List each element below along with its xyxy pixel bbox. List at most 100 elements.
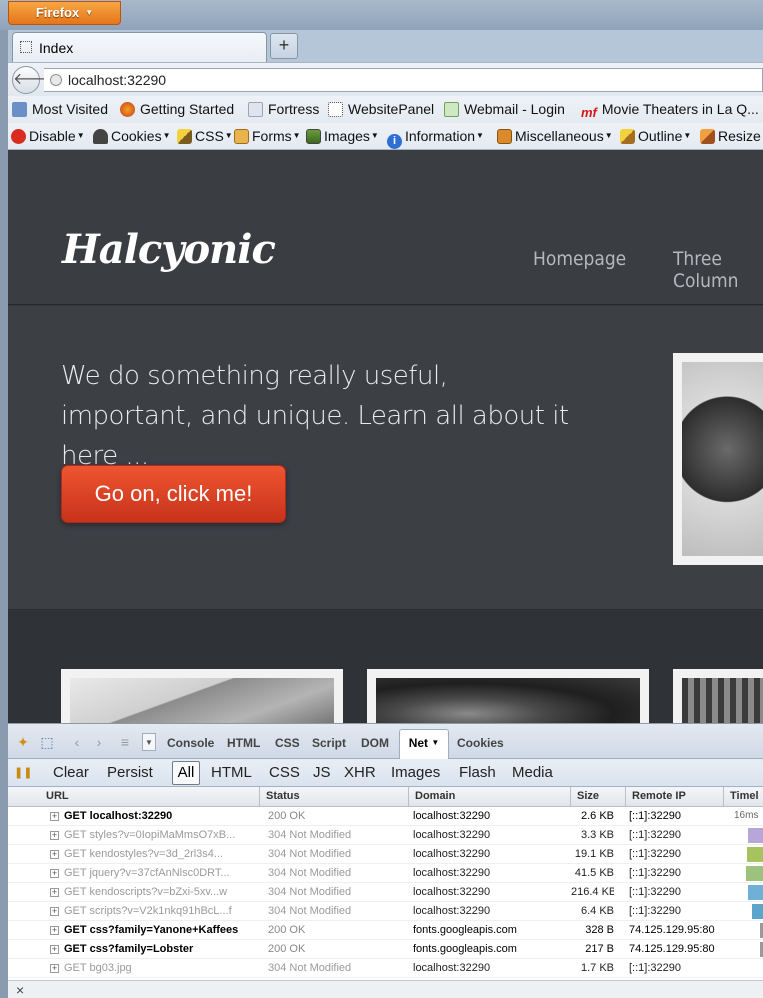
filter-html[interactable]: HTML: [211, 764, 252, 781]
timeline-bar: [746, 866, 763, 881]
hero-tagline: We do something really useful, important…: [61, 361, 569, 471]
new-tab-button[interactable]: +: [270, 33, 298, 59]
cta-button[interactable]: Go on, click me!: [61, 465, 286, 523]
tab-script[interactable]: Script: [312, 736, 346, 750]
filter-flash[interactable]: Flash: [459, 764, 496, 781]
expand-icon[interactable]: +: [50, 907, 59, 916]
devtool-label: Forms: [252, 128, 292, 144]
firebug-icon[interactable]: ✦: [14, 733, 32, 751]
devtool-css[interactable]: CSS▼: [177, 128, 233, 144]
chevron-left-icon[interactable]: ‹: [68, 733, 86, 751]
table-row[interactable]: + GET styles?v=0IopiMaMmsO7xB... 304 Not…: [8, 826, 763, 845]
request-domain: fonts.googleapis.com: [413, 943, 517, 955]
bookmark-webmail[interactable]: Webmail - Login: [444, 101, 565, 117]
devtool-cookies[interactable]: Cookies▼: [93, 128, 171, 144]
filter-media[interactable]: Media: [512, 764, 553, 781]
tab-cookies[interactable]: Cookies: [457, 736, 504, 750]
request-size: 6.4 KB: [580, 905, 614, 917]
table-row[interactable]: + GET localhost:32290 200 OK localhost:3…: [8, 807, 763, 826]
request-time: 16ms: [734, 810, 759, 821]
list-icon[interactable]: ≡: [116, 733, 134, 751]
expand-icon[interactable]: +: [50, 926, 59, 935]
disable-icon: [11, 129, 26, 144]
firefox-menu-button[interactable]: Firefox ▼: [8, 1, 121, 25]
request-url: GET jquery?v=37cfAnNlsc0DRT...: [64, 867, 230, 879]
clear-button[interactable]: Clear: [53, 764, 89, 781]
devtool-miscellaneous[interactable]: Miscellaneous▼: [497, 128, 613, 144]
devtool-images[interactable]: Images▼: [306, 128, 379, 144]
page-viewport: Halcyonic Homepage Three Column We do so…: [8, 150, 763, 723]
bookmark-getting-started[interactable]: Getting Started: [120, 101, 234, 117]
request-url: GET css?family=Lobster: [64, 943, 194, 955]
filter-xhr[interactable]: XHR: [344, 764, 376, 781]
tab-console[interactable]: Console: [167, 736, 214, 750]
table-row[interactable]: + GET bg03.jpg 304 Not Modified localhos…: [8, 959, 763, 978]
thumbnail-2[interactable]: [367, 669, 649, 723]
expand-icon[interactable]: +: [50, 869, 59, 878]
persist-button[interactable]: Persist: [107, 764, 153, 781]
page-icon: [20, 41, 32, 53]
bookmark-label: Getting Started: [140, 101, 235, 117]
nav-three-column[interactable]: Three Column: [673, 248, 763, 292]
request-size: 216.4 KB: [571, 886, 614, 898]
expand-icon[interactable]: +: [50, 945, 59, 954]
url-bar[interactable]: localhost:32290: [44, 68, 763, 92]
tab-dom[interactable]: DOM: [361, 736, 389, 750]
net-pause-icon[interactable]: ❚❚: [14, 764, 32, 782]
column-timeline[interactable]: Timel: [724, 787, 763, 807]
bookmark-movie-theaters[interactable]: mf Movie Theaters in La Q...: [581, 101, 759, 120]
devtool-disable[interactable]: Disable▼: [11, 128, 85, 144]
thumbnail-1[interactable]: [61, 669, 343, 723]
chevron-right-icon[interactable]: ›: [90, 733, 108, 751]
bookmark-websitepanel[interactable]: WebsitePanel: [328, 101, 434, 117]
devtool-forms[interactable]: Forms▼: [234, 128, 301, 144]
column-domain[interactable]: Domain: [409, 787, 571, 807]
request-remote-ip: 74.125.129.95:80: [629, 943, 715, 955]
devtool-resize[interactable]: Resize: [700, 128, 761, 144]
request-domain: localhost:32290: [413, 848, 491, 860]
table-row[interactable]: + GET jquery?v=37cfAnNlsc0DRT... 304 Not…: [8, 864, 763, 883]
table-row[interactable]: + GET css?family=Yanone+Kaffees 200 OK f…: [8, 921, 763, 940]
expand-icon[interactable]: +: [50, 812, 59, 821]
table-row[interactable]: + GET kendostyles?v=3d_2rl3s4... 304 Not…: [8, 845, 763, 864]
expand-icon[interactable]: +: [50, 888, 59, 897]
request-url: GET kendostyles?v=3d_2rl3s4...: [64, 848, 224, 860]
filter-css[interactable]: CSS: [269, 764, 300, 781]
tab-css[interactable]: CSS: [275, 736, 300, 750]
devtool-information[interactable]: i Information▼: [387, 128, 484, 149]
devtool-outline[interactable]: Outline▼: [620, 128, 691, 144]
expand-icon[interactable]: +: [50, 964, 59, 973]
bookmark-fortress[interactable]: Fortress: [248, 101, 319, 117]
expand-icon[interactable]: +: [50, 850, 59, 859]
table-row[interactable]: + GET css?family=Lobster 200 OK fonts.go…: [8, 940, 763, 959]
inspect-icon[interactable]: ⬚: [38, 733, 56, 751]
clipboard-icon: [234, 129, 249, 144]
request-size: 217 B: [585, 943, 614, 955]
nav-homepage[interactable]: Homepage: [533, 248, 626, 270]
thumbnail-3[interactable]: [673, 669, 763, 723]
request-domain: localhost:32290: [413, 886, 491, 898]
site-logo[interactable]: Halcyonic: [62, 226, 276, 273]
expand-icon[interactable]: +: [50, 831, 59, 840]
column-remote-ip[interactable]: Remote IP: [626, 787, 724, 807]
back-button[interactable]: 🡐: [12, 66, 56, 94]
bookmark-most-visited[interactable]: Most Visited: [12, 101, 108, 117]
filter-js[interactable]: JS: [313, 764, 331, 781]
request-size: 328 B: [585, 924, 614, 936]
firefox-icon: [120, 102, 135, 117]
devtool-label: CSS: [195, 128, 224, 144]
tab-html[interactable]: HTML: [227, 736, 260, 750]
firefox-menu-label: Firefox: [35, 5, 80, 20]
column-status[interactable]: Status: [260, 787, 409, 807]
table-row[interactable]: + GET scripts?v=V2k1nkq91hBcL...f 304 No…: [8, 902, 763, 921]
filter-all[interactable]: All: [172, 761, 200, 785]
column-size[interactable]: Size: [571, 787, 626, 807]
column-url[interactable]: URL: [8, 787, 260, 807]
tab-net[interactable]: Net ▼: [399, 729, 449, 759]
chevron-down-icon[interactable]: ▼: [142, 733, 156, 751]
table-row[interactable]: + GET kendoscripts?v=bZxi-5xv...w 304 No…: [8, 883, 763, 902]
filter-images[interactable]: Images: [391, 764, 440, 781]
chevron-down-icon: ▼: [85, 8, 94, 17]
tab-index[interactable]: Index: [12, 32, 267, 62]
close-icon[interactable]: ×: [16, 982, 24, 998]
